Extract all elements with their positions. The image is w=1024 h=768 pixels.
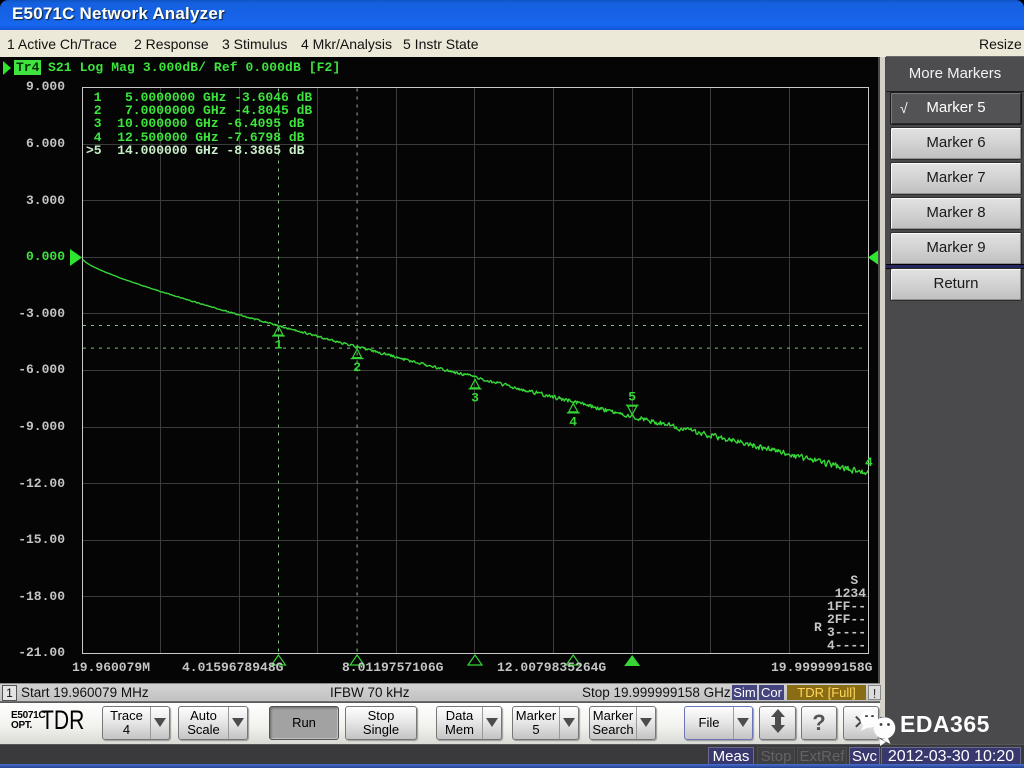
svg-text:4: 4 [569, 414, 577, 429]
svg-text:3: 3 [471, 390, 479, 405]
svg-text:4: 4 [865, 455, 873, 470]
svg-text:1: 1 [275, 338, 283, 353]
svg-text:5: 5 [628, 390, 636, 405]
svg-text:2: 2 [353, 360, 361, 375]
